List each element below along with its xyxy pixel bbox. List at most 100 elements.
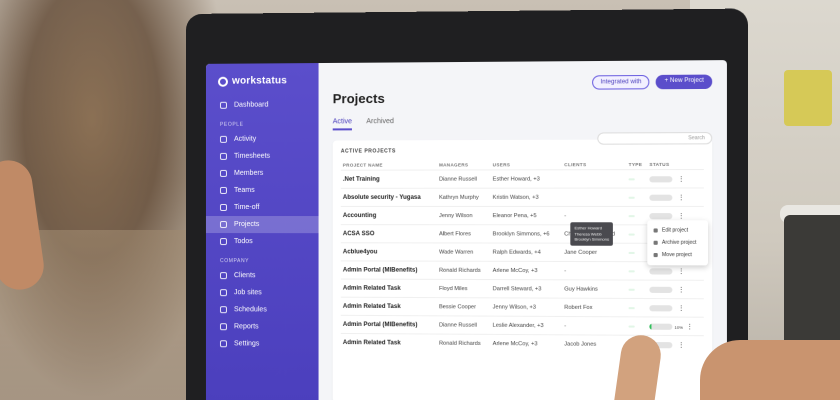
type-badge bbox=[628, 269, 635, 272]
sidebar-item-label: Job sites bbox=[233, 289, 262, 297]
sidebar-item-schedules[interactable]: Schedules bbox=[206, 301, 319, 319]
sidebar-item-dashboard[interactable]: Dashboard bbox=[206, 96, 319, 114]
table-row[interactable]: .Net Training Dianne Russell Esther Howard… bbox=[340, 169, 704, 189]
sidebar-item-label: Settings bbox=[233, 340, 260, 348]
section-label-people: PEOPLE bbox=[219, 121, 244, 128]
status-progress-bar bbox=[649, 323, 673, 330]
tabs: Active Archived bbox=[332, 117, 713, 131]
more-options-icon[interactable]: ⋮ bbox=[678, 286, 685, 293]
status-progress-bar bbox=[649, 305, 673, 312]
schedule-icon bbox=[219, 306, 227, 314]
sidebar-item-reports[interactable]: Reports bbox=[206, 318, 319, 336]
users-cell: Leslie Alexander, +3 bbox=[490, 316, 563, 335]
logo[interactable]: workstatus bbox=[206, 75, 319, 87]
sidebar-item-clients[interactable]: Clients bbox=[206, 267, 319, 284]
laptop: workstatus Dashboard PEOPLE Activity Tim… bbox=[186, 8, 749, 400]
status-progress-bar bbox=[649, 213, 673, 220]
gear-icon bbox=[219, 340, 227, 348]
sidebar-item-members[interactable]: Members bbox=[206, 165, 319, 182]
client-cell: Jane Cooper bbox=[562, 243, 627, 262]
more-options-icon[interactable]: ⋮ bbox=[678, 176, 685, 183]
sidebar-item-label: Activity bbox=[233, 135, 257, 143]
coffee-cup bbox=[784, 215, 840, 355]
sidebar-item-todos[interactable]: Todos bbox=[206, 233, 319, 250]
move-icon bbox=[653, 253, 658, 258]
grid-icon bbox=[219, 101, 227, 109]
client-icon bbox=[219, 272, 227, 280]
more-options-icon[interactable]: ⋮ bbox=[678, 268, 685, 275]
team-icon bbox=[219, 186, 227, 194]
sidebar-item-time-off[interactable]: Time-off bbox=[206, 199, 319, 216]
users-cell: Jenny Wilson, +3 bbox=[490, 297, 563, 317]
more-options-icon[interactable]: ⋮ bbox=[678, 305, 685, 312]
manager-cell: Kathryn Murphy bbox=[436, 188, 491, 207]
manager-cell: Dianne Russell bbox=[436, 315, 491, 335]
type-cell bbox=[626, 243, 648, 262]
client-cell bbox=[562, 169, 627, 189]
more-options-icon[interactable]: ⋮ bbox=[678, 194, 685, 201]
sidebar-item-settings[interactable]: Settings bbox=[206, 335, 319, 353]
folder-icon bbox=[219, 221, 227, 229]
menu-item-archive-project[interactable]: Archive project bbox=[647, 237, 708, 249]
status-cell: 10% ⋮ bbox=[647, 316, 704, 336]
search-input[interactable]: Search bbox=[597, 132, 713, 145]
type-badge bbox=[628, 306, 635, 309]
integrated-with-button[interactable]: Integrated with bbox=[592, 74, 650, 90]
users-popover: Esther Howard Theresa Webb Brooklyn Simm… bbox=[570, 222, 614, 246]
table-row[interactable]: Admin Related Task Bessie Cooper Jenny Wil… bbox=[340, 297, 704, 318]
sidebar-item-label: Reports bbox=[233, 323, 259, 331]
manager-cell: Albert Flores bbox=[436, 224, 491, 244]
type-cell bbox=[626, 316, 648, 336]
project-name-cell: Admin Related Task bbox=[340, 279, 437, 298]
column-users: USERS bbox=[492, 162, 511, 168]
column-project[interactable]: PROJECT NAME bbox=[341, 160, 437, 170]
pin-icon bbox=[219, 289, 227, 297]
manager-cell: Ronald Richards bbox=[436, 261, 491, 280]
table-row[interactable]: Admin Related Task Floyd Miles Darrell Ste… bbox=[340, 279, 704, 299]
sidebar-item-activity[interactable]: Activity bbox=[206, 130, 319, 147]
manager-cell: Floyd Miles bbox=[436, 279, 491, 298]
tab-active[interactable]: Active bbox=[332, 118, 353, 131]
client-cell: Jacob Jones bbox=[562, 334, 627, 354]
sidebar-item-label: Time-off bbox=[233, 203, 260, 212]
client-cell: Guy Hawkins bbox=[562, 279, 627, 299]
more-options-icon[interactable]: ⋮ bbox=[678, 213, 685, 220]
type-cell bbox=[626, 298, 648, 317]
status-progress-bar bbox=[649, 176, 673, 183]
client-cell: - bbox=[562, 316, 627, 336]
type-badge bbox=[628, 233, 635, 236]
logo-text: workstatus bbox=[231, 75, 288, 87]
project-name-cell: ACSA SSO bbox=[340, 224, 437, 243]
more-options-icon[interactable]: ⋮ bbox=[686, 323, 693, 330]
menu-item-edit-project[interactable]: Edit project bbox=[647, 224, 708, 236]
client-cell: - bbox=[562, 261, 627, 281]
table-row[interactable]: Absolute security - Yugasa Kathryn Murphy… bbox=[340, 187, 704, 207]
menu-item-move-project[interactable]: Move project bbox=[647, 249, 708, 261]
manager-cell: Dianne Russell bbox=[436, 169, 491, 189]
tab-archived[interactable]: Archived bbox=[366, 118, 394, 130]
menu-item-label: Edit project bbox=[661, 227, 689, 234]
sidebar-item-label: Projects bbox=[233, 221, 260, 229]
sidebar-item-label: Todos bbox=[233, 238, 253, 246]
more-options-icon[interactable]: ⋮ bbox=[678, 342, 685, 349]
users-cell: Arlene McCoy, +3 bbox=[490, 334, 563, 353]
table-row[interactable]: Admin Portal (MIBenefits) Dianne Russell L… bbox=[340, 315, 704, 336]
type-cell bbox=[626, 261, 648, 281]
status-progress-bar bbox=[649, 286, 673, 294]
status-progress-bar bbox=[649, 194, 673, 201]
new-project-button[interactable]: + New Project bbox=[656, 74, 713, 90]
type-badge bbox=[628, 196, 635, 199]
sidebar-item-teams[interactable]: Teams bbox=[206, 182, 319, 199]
card-title: ACTIVE PROJECTS bbox=[340, 148, 396, 155]
type-cell bbox=[626, 224, 648, 244]
sidebar-item-label: Timesheets bbox=[233, 152, 271, 160]
sidebar-item-timesheets[interactable]: Timesheets bbox=[206, 148, 319, 165]
manager-cell: Ronald Richards bbox=[436, 334, 491, 353]
sidebar-item-job-sites[interactable]: Job sites bbox=[206, 284, 319, 302]
sidebar-item-projects[interactable]: Projects bbox=[205, 216, 319, 234]
project-name-cell: .Net Training bbox=[340, 170, 437, 189]
users-cell: Eleanor Pena, +5 bbox=[490, 206, 563, 225]
project-name-cell: Admin Related Task bbox=[340, 333, 437, 352]
edit-icon bbox=[653, 228, 658, 233]
project-name-cell: Accounting bbox=[340, 206, 437, 225]
